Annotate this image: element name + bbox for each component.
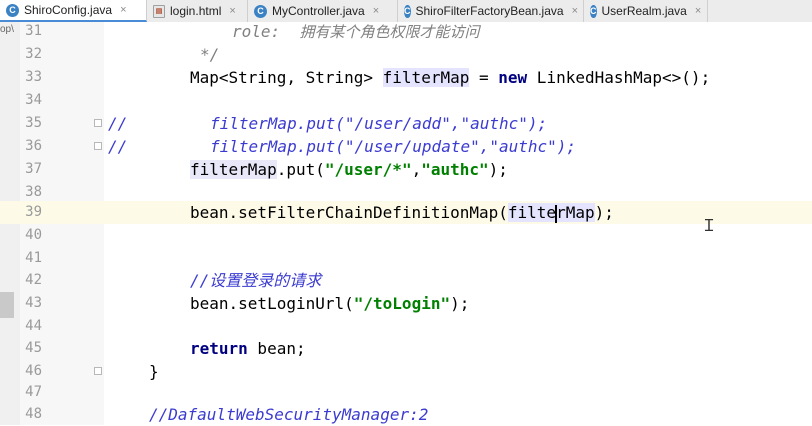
fold-marker-icon[interactable] <box>94 119 102 127</box>
tab-label: UserRealm.java <box>601 4 687 18</box>
line-comment-marker: // <box>108 114 128 133</box>
variable-highlight: filterMap <box>507 203 595 223</box>
line-number: 45 <box>25 340 42 356</box>
code-text: bean.setLoginUrl("/toLogin"); <box>190 294 470 313</box>
code-line: 40 <box>0 224 812 247</box>
line-number: 41 <box>25 250 42 266</box>
tab-label: ShiroConfig.java <box>24 3 113 17</box>
fold-marker-icon[interactable] <box>94 367 102 375</box>
java-class-icon: C <box>254 4 267 18</box>
code-text: */ <box>200 45 220 64</box>
line-number: 39 <box>25 204 42 220</box>
line-number: 47 <box>25 384 42 400</box>
code-text: } <box>149 362 159 381</box>
tab-shirofilterfactorybean[interactable]: C ShiroFilterFactoryBean.java × <box>398 0 584 22</box>
line-number: 36 <box>25 138 42 154</box>
java-class-icon: C <box>590 4 597 18</box>
line-number: 32 <box>25 46 42 62</box>
text-cursor-icon: Ｉ <box>701 216 718 235</box>
code-line: 41 <box>0 247 812 270</box>
line-number: 46 <box>25 363 42 379</box>
line-number: 34 <box>25 92 42 108</box>
tab-login-html[interactable]: ▤ login.html × <box>147 0 248 22</box>
code-text: role: 拥有某个角色权限才能访问 <box>232 22 480 41</box>
tab-label: login.html <box>170 4 222 18</box>
code-line: 35 // filterMap.put("/user/add","authc")… <box>0 112 812 135</box>
line-number: 44 <box>25 318 42 334</box>
code-line: 43 bean.setLoginUrl("/toLogin"); <box>0 292 812 315</box>
code-line: 36 // filterMap.put("/user/update","auth… <box>0 135 812 158</box>
tab-label: MyController.java <box>272 4 365 18</box>
line-number: 35 <box>25 115 42 131</box>
variable-highlight: filterMap <box>382 68 470 87</box>
line-number: 33 <box>25 69 42 85</box>
tab-userrealm[interactable]: C UserRealm.java × <box>584 0 708 22</box>
close-icon[interactable]: × <box>695 5 701 17</box>
code-text: return bean; <box>190 339 306 358</box>
line-comment-marker: // <box>108 137 128 156</box>
code-text: Map<String, String> filterMap = new Link… <box>190 68 711 87</box>
code-text: filterMap.put("/user/*","authc"); <box>190 160 508 179</box>
code-text: bean.setFilterChainDefinitionMap(filterM… <box>190 203 614 223</box>
code-text: filterMap.put("/user/add","authc"); <box>210 114 548 133</box>
line-number: 42 <box>25 272 42 288</box>
java-class-icon: C <box>6 3 19 17</box>
code-line: 44 <box>0 315 812 338</box>
tab-shiroconfig[interactable]: C ShiroConfig.java × <box>0 0 147 22</box>
tab-label: ShiroFilterFactoryBean.java <box>415 4 564 18</box>
code-text: //设置登录的请求 <box>190 271 322 290</box>
line-number: 37 <box>25 161 42 177</box>
code-text: filterMap.put("/user/update","authc"); <box>210 137 577 156</box>
line-number: 31 <box>25 23 42 39</box>
code-line: 34 <box>0 89 812 112</box>
chinese-comment: 拥有某个角色权限才能访问 <box>299 23 480 41</box>
close-icon[interactable]: × <box>572 5 578 17</box>
close-icon[interactable]: × <box>373 5 379 17</box>
code-text: //DafaultWebSecurityManager:2 <box>149 405 429 424</box>
code-line: 37 filterMap.put("/user/*","authc"); <box>0 158 812 181</box>
code-line: 46 } <box>0 360 812 383</box>
code-line: 42 //设置登录的请求 <box>0 269 812 292</box>
code-line: 32 */ <box>0 43 812 66</box>
html-file-icon: ▤ <box>153 4 165 18</box>
code-line: 47 <box>0 381 812 404</box>
current-code-line: 39 bean.setFilterChainDefinitionMap(filt… <box>0 201 812 224</box>
close-icon[interactable]: × <box>120 4 126 16</box>
code-line: 48 //DafaultWebSecurityManager:2 <box>0 403 812 426</box>
code-line: 45 return bean; <box>0 337 812 360</box>
line-number: 43 <box>25 295 42 311</box>
fold-marker-icon[interactable] <box>94 142 102 150</box>
line-number: 40 <box>25 227 42 243</box>
variable-highlight: filterMap <box>190 160 277 179</box>
tab-mycontroller[interactable]: C MyController.java × <box>248 0 398 22</box>
java-class-icon: C <box>404 4 411 18</box>
line-number: 48 <box>25 406 42 422</box>
close-icon[interactable]: × <box>229 5 235 17</box>
code-line: 31 role: 拥有某个角色权限才能访问 <box>0 20 812 43</box>
code-line: 33 Map<String, String> filterMap = new L… <box>0 66 812 89</box>
